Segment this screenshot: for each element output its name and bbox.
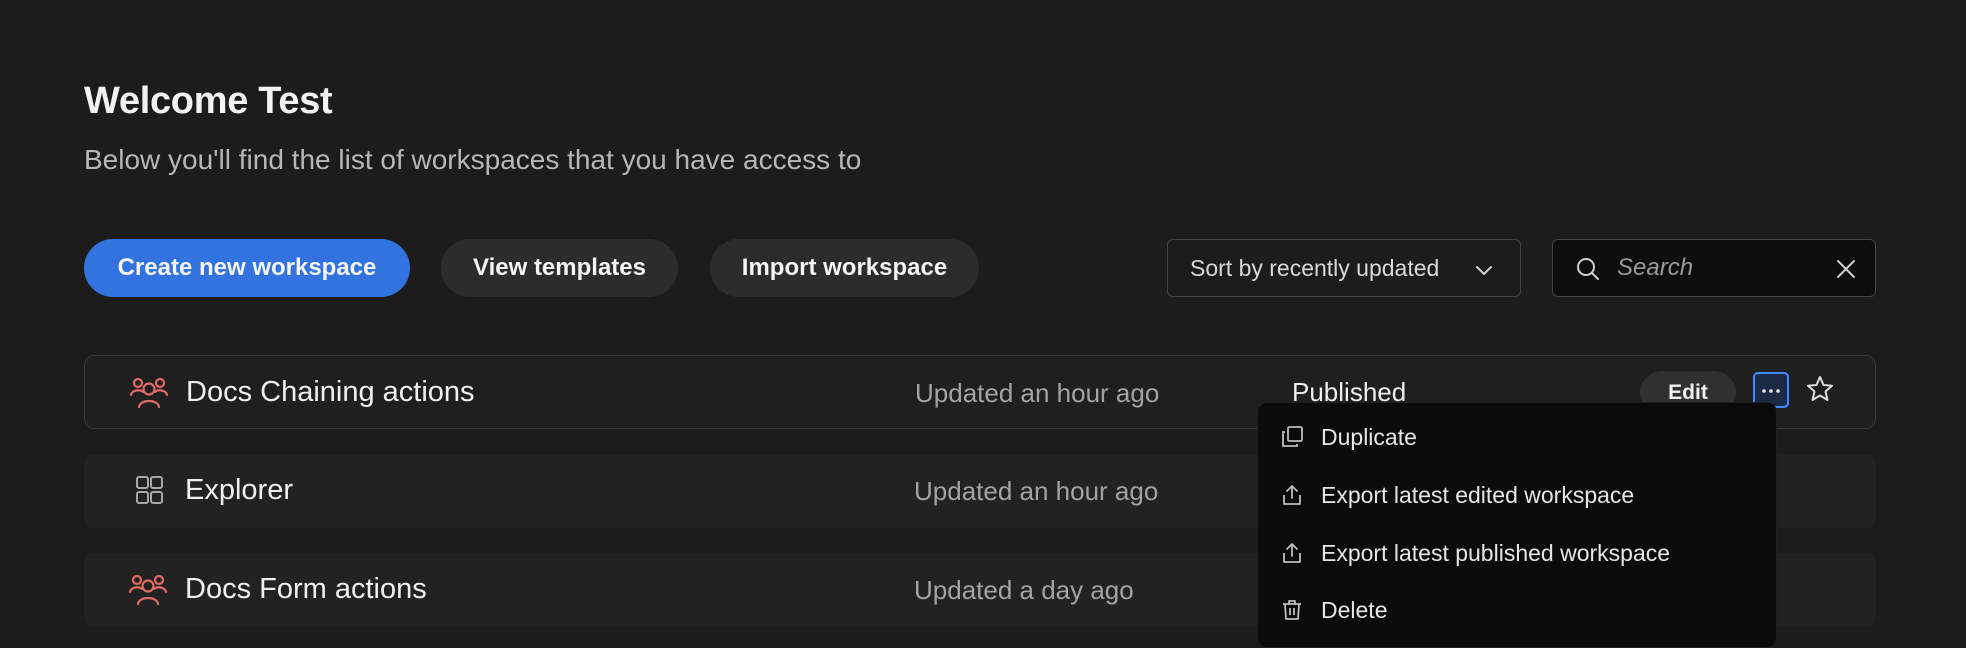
menu-item-label: Duplicate [1321,424,1417,450]
grid-icon [128,473,168,514]
workspace-name[interactable]: Docs Form actions [185,573,427,606]
workspaces-page: Welcome Test Below you'll find the list … [0,0,1966,648]
search-box [1552,239,1876,297]
workspace-context-menu: Duplicate Export latest edited workspace… [1257,402,1777,648]
export-icon [1280,541,1304,570]
export-icon [1280,483,1304,512]
star-icon[interactable] [1805,374,1835,409]
view-templates-button[interactable]: View templates [441,239,678,297]
menu-item-label: Export latest published workspace [1321,540,1671,566]
create-workspace-button[interactable]: Create new workspace [84,239,410,297]
search-input[interactable] [1617,250,1817,286]
workspace-updated: Updated an hour ago [914,476,1159,506]
page-subtitle: Below you'll find the list of workspaces… [84,144,862,175]
sort-select[interactable]: Sort by recently updated [1167,239,1521,297]
trash-icon [1280,598,1304,627]
sort-select-value: Sort by recently updated [1190,254,1440,281]
workspace-updated: Updated a day ago [914,575,1134,605]
menu-item-label: Export latest edited workspace [1321,482,1635,508]
workspace-name[interactable]: Explorer [185,474,293,507]
close-icon[interactable] [1835,258,1857,285]
menu-item-label: Delete [1321,597,1388,623]
menu-item-export-published[interactable]: Export latest published workspace [1258,527,1776,579]
import-workspace-button[interactable]: Import workspace [710,239,979,297]
menu-item-delete[interactable]: Delete [1258,584,1776,636]
more-horizontal-icon [1761,381,1781,399]
users-icon [128,572,168,613]
chevron-down-icon [1474,260,1494,287]
search-icon [1575,256,1601,287]
page-title: Welcome Test [84,80,333,122]
menu-item-duplicate[interactable]: Duplicate [1258,411,1776,463]
duplicate-icon [1280,425,1304,454]
menu-item-export-edited[interactable]: Export latest edited workspace [1258,469,1776,521]
workspace-updated: Updated an hour ago [915,378,1160,408]
workspace-name[interactable]: Docs Chaining actions [186,376,475,409]
users-icon [129,375,169,416]
